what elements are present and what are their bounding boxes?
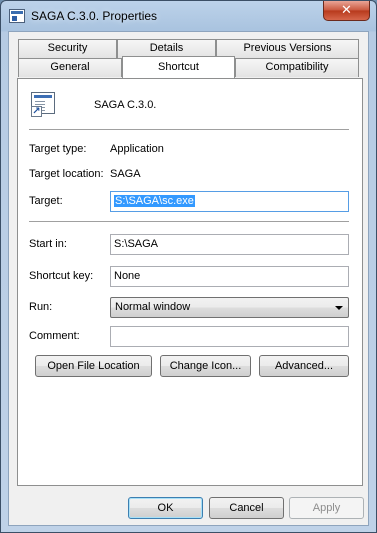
run-select[interactable]: Normal window bbox=[110, 297, 349, 318]
open-file-location-button[interactable]: Open File Location bbox=[35, 355, 152, 377]
apply-button[interactable]: Apply bbox=[289, 497, 364, 519]
shortcut-key-field[interactable]: None bbox=[110, 266, 349, 287]
cancel-button[interactable]: Cancel bbox=[209, 497, 284, 519]
target-type-label: Target type: bbox=[29, 143, 87, 155]
tab-security[interactable]: Security bbox=[18, 39, 117, 58]
target-value: S:\SAGA\sc.exe bbox=[114, 195, 195, 207]
comment-field[interactable] bbox=[110, 326, 349, 347]
target-location-value: SAGA bbox=[110, 168, 141, 180]
start-in-field[interactable]: S:\SAGA bbox=[110, 234, 349, 255]
chevron-down-icon bbox=[335, 306, 343, 310]
start-in-label: Start in: bbox=[29, 238, 67, 250]
advanced-button[interactable]: Advanced... bbox=[259, 355, 349, 377]
tab-general[interactable]: General bbox=[18, 58, 122, 77]
separator bbox=[29, 129, 349, 130]
target-location-label: Target location: bbox=[29, 168, 104, 180]
target-label: Target: bbox=[29, 195, 63, 207]
tab-compatibility[interactable]: Compatibility bbox=[235, 58, 359, 77]
separator bbox=[29, 221, 349, 222]
tab-previous-versions[interactable]: Previous Versions bbox=[216, 39, 359, 58]
target-field[interactable]: S:\SAGA\sc.exe bbox=[110, 191, 349, 212]
properties-window: SAGA C.3.0. Properties ✕ Security Detail… bbox=[0, 0, 377, 533]
window-title: SAGA C.3.0. Properties bbox=[31, 9, 158, 23]
close-button[interactable]: ✕ bbox=[323, 1, 370, 21]
application-shortcut-icon: ↗ bbox=[31, 92, 59, 118]
target-type-value: Application bbox=[110, 143, 164, 155]
title-bar[interactable]: SAGA C.3.0. Properties ✕ bbox=[1, 1, 376, 31]
comment-label: Comment: bbox=[29, 330, 80, 342]
change-icon-button[interactable]: Change Icon... bbox=[160, 355, 251, 377]
run-label: Run: bbox=[29, 301, 53, 313]
shortcut-key-label: Shortcut key: bbox=[29, 270, 94, 282]
tab-shortcut[interactable]: Shortcut bbox=[122, 56, 235, 78]
run-selected-value: Normal window bbox=[115, 301, 191, 313]
ok-button[interactable]: OK bbox=[128, 497, 203, 519]
shortcut-properties-icon bbox=[9, 9, 25, 23]
shortcut-name: SAGA C.3.0. bbox=[94, 99, 157, 111]
dialog-client-area: Security Details Previous Versions Gener… bbox=[8, 31, 369, 526]
